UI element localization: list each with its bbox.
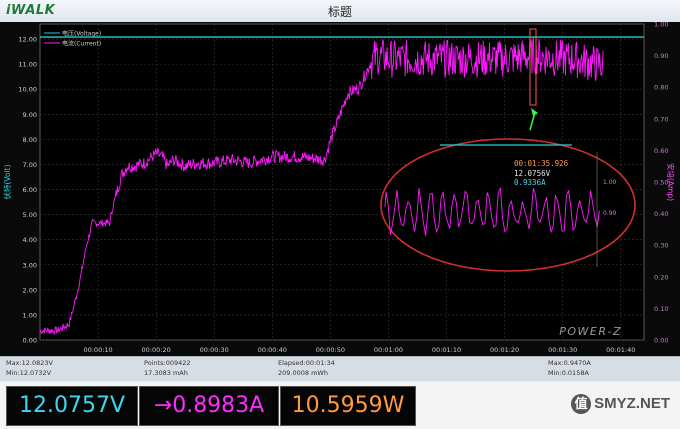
power-z-watermark: POWER-Z bbox=[559, 325, 622, 338]
inset-tick-label: 1.00 bbox=[603, 179, 617, 186]
right-tick-label: 0.40 bbox=[654, 210, 668, 218]
max-current: Max:0.9470A bbox=[548, 359, 591, 367]
left-tick-label: 12.00 bbox=[18, 36, 37, 44]
watermark-text: SMYZ.NET bbox=[594, 395, 670, 412]
left-tick-label: 6.00 bbox=[23, 186, 37, 194]
inset-tick-label: 0.90 bbox=[603, 210, 617, 217]
window-title: 标题 bbox=[327, 5, 352, 19]
chart-area[interactable]: 0.00 1.00 2.00 3.00 4.00 5.00 6.00 7.00 8.00 9.00… bbox=[0, 22, 680, 356]
chart-svg[interactable]: 0.00 1.00 2.00 3.00 4.00 5.00 6.00 7.00 8.00 9.00… bbox=[0, 22, 680, 356]
left-tick-label: 5.00 bbox=[23, 211, 37, 219]
status-bar: Max:12.0823V Min:12.0732V Points:009422 … bbox=[0, 356, 680, 381]
points-count: Points:009422 bbox=[144, 359, 191, 367]
inset-voltage: 12.0756V bbox=[514, 169, 551, 178]
x-tick-label: 00:00:10 bbox=[83, 346, 112, 354]
right-tick-label: 0.30 bbox=[654, 242, 668, 250]
voltage-readout: 12.0757V bbox=[6, 386, 138, 426]
energy-mwh: 209.0008 mWh bbox=[278, 369, 328, 377]
right-tick-label: 0.70 bbox=[654, 115, 668, 123]
x-tick-label: 00:00:20 bbox=[142, 346, 171, 354]
left-tick-label: 1.00 bbox=[23, 311, 37, 319]
legend-current-label: 电流(Current) bbox=[62, 40, 101, 48]
readout-panel: 12.0757V →0.8983A 10.5959W 值 SMYZ.NET bbox=[0, 382, 680, 429]
elapsed-time: Elapsed:00:01:34 bbox=[278, 359, 335, 367]
current-readout: →0.8983A bbox=[139, 386, 279, 426]
site-watermark: 值 SMYZ.NET bbox=[571, 394, 670, 414]
x-tick-label: 00:01:40 bbox=[606, 346, 635, 354]
right-tick-label: 0.80 bbox=[654, 84, 668, 92]
right-tick-label: 0.00 bbox=[654, 337, 668, 345]
left-tick-label: 10.00 bbox=[18, 86, 37, 94]
left-tick-label: 3.00 bbox=[23, 261, 37, 269]
left-tick-label: 0.00 bbox=[23, 337, 37, 345]
legend-voltage-label: 电压(Voltage) bbox=[62, 30, 101, 38]
power-readout: 10.5959W bbox=[280, 386, 416, 426]
right-tick-label: 1.00 bbox=[654, 22, 668, 29]
min-voltage: Min:12.0732V bbox=[6, 369, 52, 377]
min-current: Min:0.0158A bbox=[548, 369, 589, 377]
right-tick-label: 0.60 bbox=[654, 147, 668, 155]
x-tick-label: 00:01:10 bbox=[432, 346, 461, 354]
right-tick-label: 0.20 bbox=[654, 273, 668, 281]
left-tick-label: 11.00 bbox=[18, 61, 37, 69]
watermark-icon: 值 bbox=[571, 394, 592, 414]
left-tick-label: 7.00 bbox=[23, 161, 37, 169]
left-tick-label: 9.00 bbox=[23, 111, 37, 119]
inset-current: 0.9336A bbox=[514, 178, 546, 187]
left-tick-label: 8.00 bbox=[23, 136, 37, 144]
x-tick-label: 00:00:40 bbox=[258, 346, 287, 354]
capacity-mah: 17.3083 mAh bbox=[144, 369, 188, 377]
x-tick-label: 00:01:00 bbox=[374, 346, 403, 354]
title-bar: iWALK 标题 bbox=[0, 0, 680, 23]
right-axis-title: 安培(Amp) bbox=[666, 163, 676, 201]
x-tick-label: 00:01:20 bbox=[490, 346, 519, 354]
left-axis-title: 伏特(Volt) bbox=[2, 164, 12, 199]
inset-time: 00:01:35.926 bbox=[514, 159, 569, 168]
max-voltage: Max:12.0823V bbox=[6, 359, 53, 367]
x-tick-label: 00:00:30 bbox=[200, 346, 229, 354]
x-tick-label: 00:00:50 bbox=[316, 346, 345, 354]
right-tick-label: 0.90 bbox=[654, 52, 668, 60]
x-tick-label: 00:01:30 bbox=[548, 346, 577, 354]
left-tick-label: 4.00 bbox=[23, 236, 37, 244]
right-tick-label: 0.10 bbox=[654, 305, 668, 313]
left-tick-label: 2.00 bbox=[23, 286, 37, 294]
